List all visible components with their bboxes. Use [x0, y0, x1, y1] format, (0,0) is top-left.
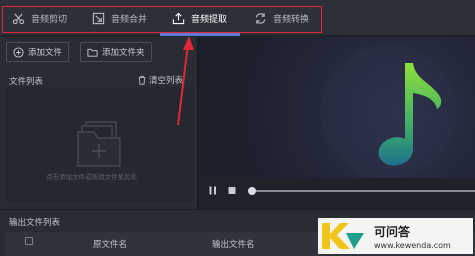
pause-icon[interactable]	[209, 186, 217, 195]
stop-icon[interactable]	[228, 186, 236, 195]
add-folder-button[interactable]: 添加文件夹	[80, 42, 152, 62]
active-tab-indicator	[160, 33, 240, 36]
kewenda-logo	[322, 223, 364, 249]
watermark-badge: 可问答 www.kewenda.com	[318, 218, 473, 254]
watermark-name: 可问答	[374, 224, 411, 239]
progress-track[interactable]	[251, 190, 475, 192]
file-list-title: 文件列表	[9, 77, 44, 87]
output-list-title: 输出文件列表	[9, 218, 61, 228]
empty-files-icon	[77, 121, 121, 167]
empty-hint: 点击添加文件或拖拽文件至此处	[46, 173, 137, 181]
add-file-label: 添加文件	[28, 48, 63, 58]
add-folder-label: 添加文件夹	[102, 48, 145, 58]
preview-area	[199, 37, 475, 178]
clear-list-label: 清空列表	[149, 76, 184, 86]
highlight-box	[2, 6, 322, 33]
progress-knob[interactable]	[248, 187, 256, 195]
watermark-url: www.kewenda.com	[374, 240, 451, 250]
music-note-icon	[320, 44, 456, 178]
select-all-checkbox[interactable]	[25, 237, 33, 245]
folder-icon	[87, 48, 98, 57]
trash-icon	[138, 75, 146, 85]
plus-circle-icon	[13, 46, 24, 58]
player-controls	[199, 178, 475, 209]
add-file-button[interactable]: 添加文件	[6, 42, 70, 62]
column-output-name: 输出文件名	[212, 240, 255, 250]
clear-list-button[interactable]: 清空列表	[137, 74, 183, 86]
column-original-name: 原文件名	[93, 240, 128, 250]
